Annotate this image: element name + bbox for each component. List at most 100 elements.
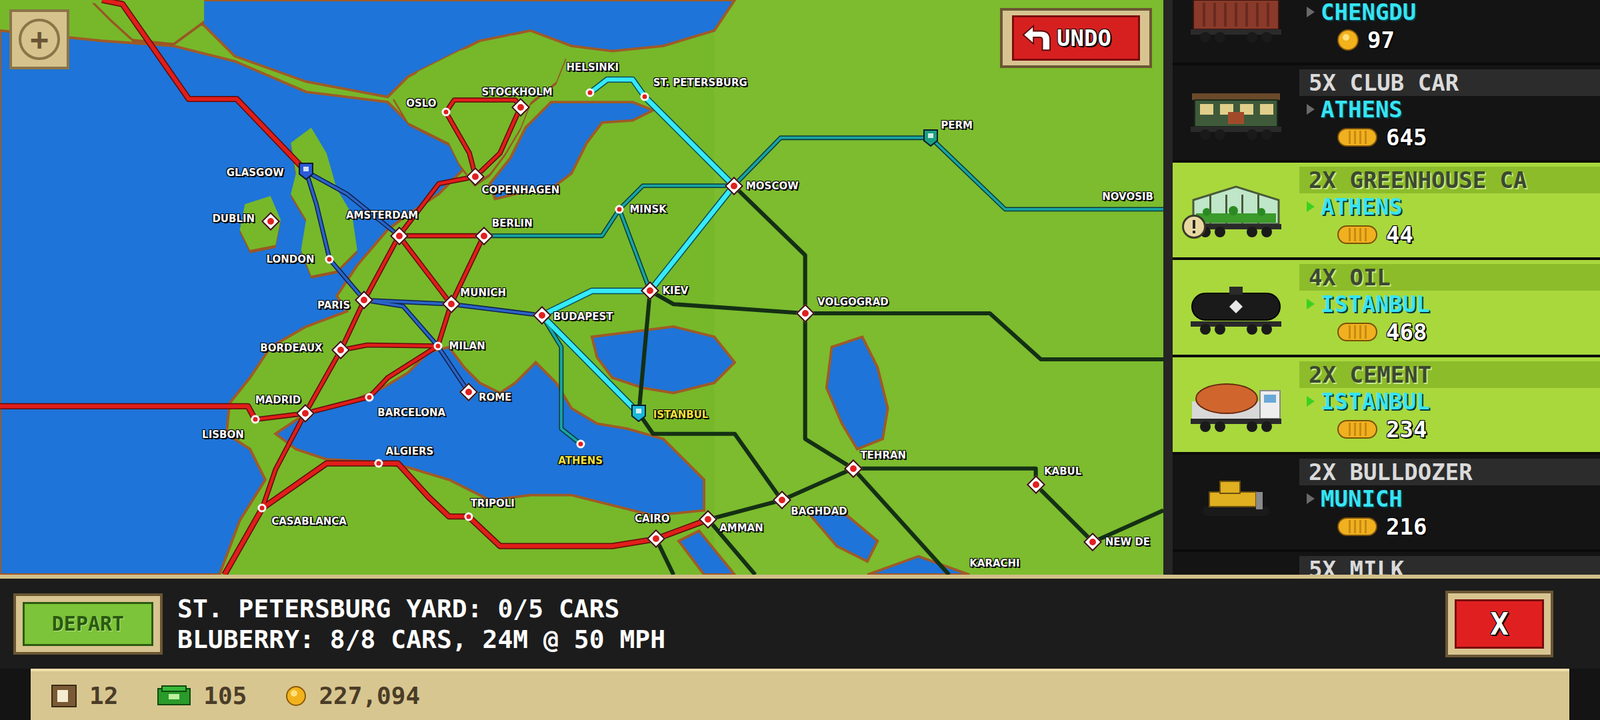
station-label: BARCELONA [377, 406, 446, 419]
station-label: HELSINKI [566, 61, 620, 74]
station-pin[interactable] [365, 392, 374, 402]
station-label: LONDON [266, 253, 315, 266]
station-pin[interactable] [264, 214, 278, 228]
cargo-title: 2X CEMENT [1299, 361, 1600, 388]
cargo-row[interactable]: 2X GREENHOUSE CAATHENS44 [1172, 160, 1600, 258]
route-line [542, 315, 639, 414]
station-label: ALGIERS [386, 445, 434, 458]
station-label: VOLGOGRAD [817, 296, 889, 308]
station-label: GLASGOW [226, 166, 284, 179]
train-info: BLUBERRY: 8/8 CARS, 24M @ 50 MPH [177, 624, 1431, 655]
station-pin[interactable] [615, 204, 624, 214]
bux-icon [1336, 224, 1378, 246]
car-image [1172, 0, 1300, 63]
map-view[interactable]: HELSINKIST. PETERSBURGOSLOSTOCKHOLMCOPEN… [0, 0, 1164, 575]
station-pin[interactable] [374, 459, 383, 468]
route-line [475, 107, 520, 177]
route-line [306, 171, 399, 236]
depart-button[interactable]: DEPART [13, 593, 163, 655]
cargo-destination: CHENGDU [1299, 0, 1600, 26]
arrow-icon [1306, 492, 1316, 505]
station-label: MADRID [255, 394, 302, 406]
cargo-reward: 645 [1299, 122, 1600, 152]
cargo-title: 4X OIL [1299, 264, 1600, 291]
station-pin[interactable] [922, 128, 939, 148]
route-line [399, 176, 476, 236]
station-pin[interactable] [640, 92, 650, 102]
station-pin[interactable] [441, 108, 450, 117]
stop-marker-icon [374, 459, 383, 468]
hub-marker-icon [1083, 532, 1102, 552]
car-image [1172, 162, 1300, 258]
station-label: COPENHAGEN [481, 184, 560, 196]
hub-marker-icon [296, 404, 315, 423]
station-pin[interactable] [798, 306, 812, 320]
station-pin[interactable] [701, 512, 715, 526]
hub-marker-icon [474, 226, 493, 246]
cargo-row[interactable]: 5X CLUB CARATHENS645 [1172, 62, 1600, 160]
station-pin[interactable] [643, 284, 657, 298]
station-label: ATHENS [558, 454, 603, 467]
station-label: MINSK [629, 203, 667, 216]
cargo-row[interactable]: 4X OILISTANBUL468 [1172, 257, 1600, 355]
station-pin[interactable] [535, 308, 549, 322]
status-bar: 12105227,094 [0, 668, 1600, 720]
station-pin[interactable] [298, 406, 312, 420]
cargo-row[interactable]: CHENGDU97 [1172, 0, 1600, 63]
station-pin[interactable] [649, 532, 663, 546]
station-pin[interactable] [1086, 535, 1100, 549]
station-pin[interactable] [258, 504, 267, 513]
hub-marker-icon [698, 510, 718, 529]
station-label: MOSCOW [746, 180, 799, 192]
depot-pin-icon [922, 128, 939, 148]
station-pin[interactable] [357, 293, 371, 307]
station-label: TRIPOLI [470, 497, 515, 510]
station-pin[interactable] [775, 493, 789, 507]
cargo-title: 5X CLUB CAR [1299, 69, 1600, 96]
stop-marker-icon [250, 415, 260, 424]
station-pin[interactable] [334, 343, 348, 357]
hub-marker-icon [511, 98, 530, 117]
train-bar: DEPARTST. PETERSBURG YARD: 0/5 CARSBLUBE… [0, 574, 1600, 669]
station-pin[interactable] [392, 229, 406, 243]
route-line [619, 209, 650, 291]
station-pin[interactable] [468, 170, 482, 184]
cargo-row[interactable]: 2X BULLDOZERMUNICH216 [1172, 452, 1600, 550]
station-pin[interactable] [1029, 478, 1043, 492]
station-pin[interactable] [325, 254, 334, 264]
station-pin[interactable] [630, 404, 647, 423]
route-line [399, 236, 452, 305]
station-pin[interactable] [846, 462, 860, 476]
station-pin[interactable] [462, 385, 476, 399]
station-pin[interactable] [464, 512, 473, 521]
station-pin[interactable] [585, 88, 594, 98]
station-pin[interactable] [514, 100, 528, 114]
close-button[interactable]: X [1445, 590, 1554, 658]
station-label: MUNICH [460, 286, 506, 299]
zoom-button[interactable]: + [9, 9, 70, 70]
route-line [329, 259, 364, 300]
station-pin[interactable] [727, 179, 741, 193]
bux-cash-icon [156, 684, 192, 708]
container-car-icon [1182, 0, 1290, 46]
station-pin[interactable] [250, 415, 260, 424]
hub-marker-icon [441, 294, 460, 314]
car-image [1172, 357, 1300, 452]
cargo-row[interactable]: 5X MILK [1172, 549, 1600, 575]
station-pin[interactable] [433, 342, 442, 351]
route-line [451, 304, 542, 316]
route-line [644, 96, 734, 186]
bux-icon [1336, 126, 1378, 148]
station-pin[interactable] [576, 440, 585, 449]
cargo-reward: 216 [1299, 512, 1600, 542]
cargo-row[interactable]: 2X CEMENTISTANBUL234 [1172, 354, 1600, 452]
route-line [1036, 484, 1094, 542]
stop-marker-icon [464, 512, 473, 521]
route-line [399, 233, 484, 239]
undo-button[interactable]: UNDO [1000, 8, 1152, 68]
station-pin[interactable] [298, 162, 314, 181]
station-pin[interactable] [477, 229, 491, 243]
hub-marker-icon [772, 490, 791, 510]
stop-marker-icon [640, 92, 650, 102]
station-pin[interactable] [444, 297, 458, 311]
